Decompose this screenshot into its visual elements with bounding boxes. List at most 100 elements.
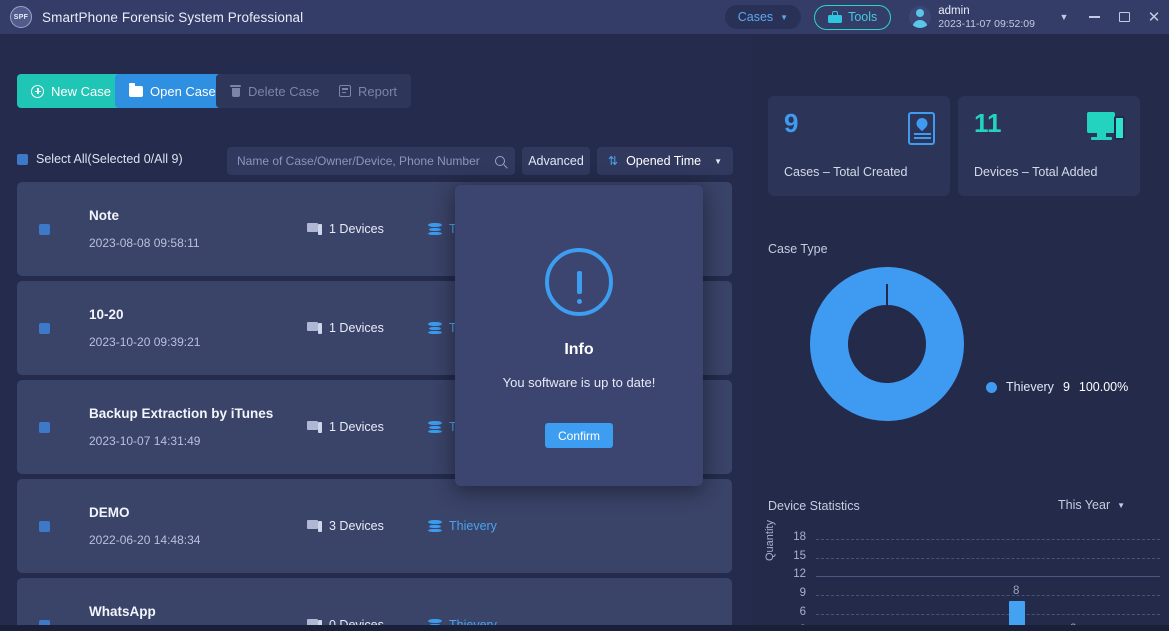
case-device-count-label: 3 Devices [329, 519, 384, 533]
app-logo-text: SPF [13, 13, 29, 21]
case-device-count: 1 Devices [307, 420, 427, 434]
user-account[interactable]: admin 2023-11-07 09:52:09 [909, 4, 1035, 31]
case-checkbox[interactable] [39, 322, 50, 334]
titlebar-right-group: Cases ▼ Tools admin 2023-11-07 09:52:09 [724, 0, 1169, 34]
case-type-label: Thievery [449, 519, 497, 533]
case-date: 2023-10-20 09:39:21 [89, 335, 201, 349]
confirm-label: Confirm [557, 428, 600, 443]
avatar [909, 6, 932, 28]
table-row[interactable]: WhatsApp2023-08-16 10:29:440 DevicesThie… [17, 578, 732, 631]
case-device-count: 3 Devices [307, 519, 427, 533]
grid-line [816, 595, 1160, 597]
user-timestamp: 2023-11-07 09:52:09 [938, 17, 1035, 30]
case-date: 2023-10-07 14:31:49 [89, 434, 201, 448]
title-bar: SPF SmartPhone Forensic System Professio… [0, 0, 1169, 34]
bar-value-label: 8 [1013, 585, 1020, 598]
case-type-title: Case Type [768, 242, 828, 256]
device-icon [307, 223, 322, 235]
minimize-button[interactable] [1079, 0, 1109, 34]
delete-case-label: Delete Case [248, 83, 320, 99]
open-case-label: Open Case [150, 83, 216, 99]
layers-icon [427, 322, 442, 334]
layers-icon [427, 223, 442, 235]
info-exclamation-icon [545, 248, 613, 316]
case-checkbox[interactable] [39, 421, 50, 433]
toolbox-icon [828, 11, 843, 23]
open-case-button[interactable]: Open Case [115, 74, 230, 108]
advanced-button[interactable]: Advanced [522, 147, 590, 175]
case-device-count-label: 1 Devices [329, 420, 384, 434]
select-all-checkbox[interactable] [17, 153, 28, 165]
y-axis-tick: 18 [793, 531, 806, 544]
select-all-label: Select All(Selected 0/All 9) [36, 152, 183, 166]
grid-line [816, 557, 1160, 559]
layers-icon [427, 421, 442, 433]
trash-icon [230, 85, 241, 97]
chevron-down-icon: ▼ [1059, 12, 1069, 22]
maximize-icon [1118, 12, 1130, 22]
select-all-control[interactable]: Select All(Selected 0/All 9) [17, 152, 183, 166]
case-checkbox[interactable] [39, 223, 50, 235]
advanced-label: Advanced [528, 154, 584, 168]
chevron-down-icon: ▼ [1117, 500, 1126, 510]
grid-line [816, 576, 1160, 578]
close-icon: ✕ [1147, 8, 1161, 26]
dialog-title: Info [564, 341, 594, 358]
y-axis-tick: 9 [799, 587, 806, 600]
right-panel: 9 Cases – Total Created 11 Devices – Tot… [752, 34, 1169, 631]
case-type-donut-chart [810, 267, 964, 421]
device-statistics-title: Device Statistics [768, 499, 860, 513]
sort-dropdown[interactable]: ⇅ Opened Time ▼ [597, 147, 733, 175]
legend-percent: 100.00% [1078, 380, 1129, 394]
y-axis-label: Quantity [764, 520, 776, 561]
case-date: 2022-06-20 14:48:34 [89, 533, 201, 547]
y-axis-tick: 6 [799, 605, 806, 618]
maximize-button[interactable] [1109, 0, 1139, 34]
close-button[interactable]: ✕ [1139, 0, 1169, 34]
window-controls: ▼ ✕ [1049, 0, 1169, 34]
case-device-count-label: 1 Devices [329, 321, 384, 335]
device-icon [307, 520, 322, 532]
device-icon [307, 421, 322, 433]
grid-line [816, 539, 1160, 541]
range-label: This Year [1058, 498, 1111, 512]
case-name: 10-20 [89, 307, 124, 322]
action-toolbar: New Case Open Case Delete Case Report [0, 34, 752, 108]
device-statistics-chart: Quantity 18151296382 [764, 520, 1160, 631]
search-box[interactable] [227, 147, 515, 175]
case-file-icon [908, 112, 935, 145]
case-type-legend: Thievery 9 100.00% [986, 380, 1128, 394]
table-row[interactable]: DEMO 2022-06-20 14:48:34 3 Devices Thievery [17, 479, 732, 573]
stat-label-cases: Cases – Total Created [784, 165, 908, 179]
search-input[interactable] [237, 154, 495, 168]
case-device-count: 1 Devices [307, 222, 427, 236]
window-dropdown-button[interactable]: ▼ [1049, 0, 1079, 34]
folder-icon [129, 82, 143, 97]
filter-bar: Select All(Selected 0/All 9) Advanced ⇅ … [0, 142, 752, 182]
delete-case-button[interactable]: Delete Case [216, 74, 334, 108]
dialog-message: You software is up to date! [502, 375, 656, 390]
sort-arrows-icon: ⇅ [608, 154, 619, 168]
stat-card-cases: 9 Cases – Total Created [768, 96, 950, 196]
cases-menu-button[interactable]: Cases ▼ [724, 5, 802, 29]
case-name: WhatsApp [89, 604, 156, 619]
info-dialog: Info You software is up to date! Confirm [455, 185, 703, 486]
device-statistics-range-dropdown[interactable]: This Year ▼ [1058, 498, 1125, 512]
new-case-label: New Case [51, 83, 111, 99]
case-checkbox[interactable] [39, 520, 50, 532]
plus-circle-icon [31, 84, 44, 98]
legend-color-dot [986, 381, 997, 393]
stat-card-devices: 11 Devices – Total Added [958, 96, 1140, 196]
case-device-count-label: 1 Devices [329, 222, 384, 236]
tools-button[interactable]: Tools [814, 4, 892, 30]
layers-icon [427, 520, 442, 532]
case-name: Backup Extraction by iTunes [89, 406, 274, 421]
report-button[interactable]: Report [325, 74, 412, 108]
new-case-button[interactable]: New Case [17, 74, 125, 108]
application-window: SPF SmartPhone Forensic System Professio… [0, 0, 1169, 631]
case-name: DEMO [89, 505, 130, 520]
confirm-button[interactable]: Confirm [545, 423, 613, 448]
minimize-icon [1088, 16, 1100, 18]
search-icon[interactable] [495, 156, 505, 166]
grid-line [816, 613, 1160, 615]
